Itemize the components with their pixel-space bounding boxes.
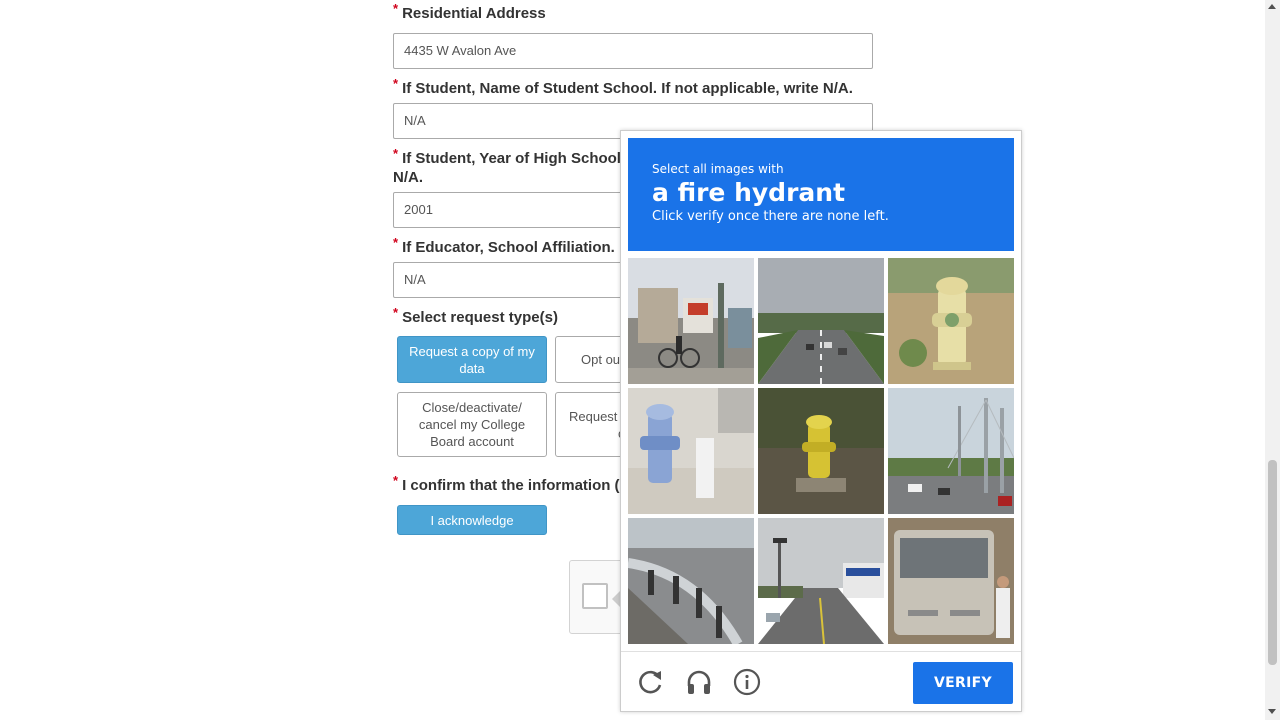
student-year-label: * If Student, Year of High School (: [393, 146, 631, 167]
residential-address-input[interactable]: 4435 W Avalon Ave: [393, 33, 873, 69]
page-scrollbar[interactable]: [1265, 0, 1280, 720]
scroll-up-arrow-icon[interactable]: [1268, 4, 1276, 9]
acknowledge-button[interactable]: I acknowledge: [397, 505, 547, 535]
residential-address-label: * Residential Address: [393, 1, 546, 22]
request-type-label: * Select request type(s): [393, 305, 558, 326]
recaptcha-checkbox[interactable]: [582, 583, 608, 609]
confirm-label: * I confirm that the information (: [393, 473, 620, 494]
image-tile-yellow-hydrant[interactable]: [888, 258, 1014, 384]
challenge-subtext: Click verify once there are none left.: [652, 209, 889, 224]
challenge-target: a fire hydrant: [652, 178, 846, 207]
image-tile-street-scene[interactable]: [628, 258, 754, 384]
challenge-header: Select all images with a fire hydrant Cl…: [628, 138, 1014, 251]
image-tile-city-street[interactable]: [758, 518, 884, 644]
image-tile-yellow-hydrant-grass[interactable]: [758, 388, 884, 514]
info-icon[interactable]: [733, 668, 761, 696]
request-copy-of-data-option[interactable]: Request a copy of my data: [397, 336, 547, 383]
image-tile-highway[interactable]: [758, 258, 884, 384]
educator-affiliation-label: * If Educator, School Affiliation. If: [393, 235, 629, 256]
student-school-label: * If Student, Name of Student School. If …: [393, 76, 853, 97]
audio-headphones-icon[interactable]: [685, 668, 713, 696]
verify-button[interactable]: VERIFY: [913, 662, 1013, 704]
image-tile-guardrail[interactable]: [628, 518, 754, 644]
scroll-thumb[interactable]: [1268, 460, 1277, 665]
reload-icon[interactable]: [637, 668, 665, 696]
scroll-down-arrow-icon[interactable]: [1268, 709, 1276, 714]
recaptcha-challenge: Select all images with a fire hydrant Cl…: [620, 130, 1022, 712]
image-tile-bus[interactable]: [888, 518, 1014, 644]
image-tile-blue-hydrant[interactable]: [628, 388, 754, 514]
challenge-footer: VERIFY: [621, 651, 1021, 712]
image-tile-bridge-highway[interactable]: [888, 388, 1014, 514]
close-account-option[interactable]: Close/deactivate/ cancel my College Boar…: [397, 392, 547, 457]
student-year-label-line2: N/A.: [393, 169, 423, 186]
challenge-instruction: Select all images with: [652, 162, 784, 176]
